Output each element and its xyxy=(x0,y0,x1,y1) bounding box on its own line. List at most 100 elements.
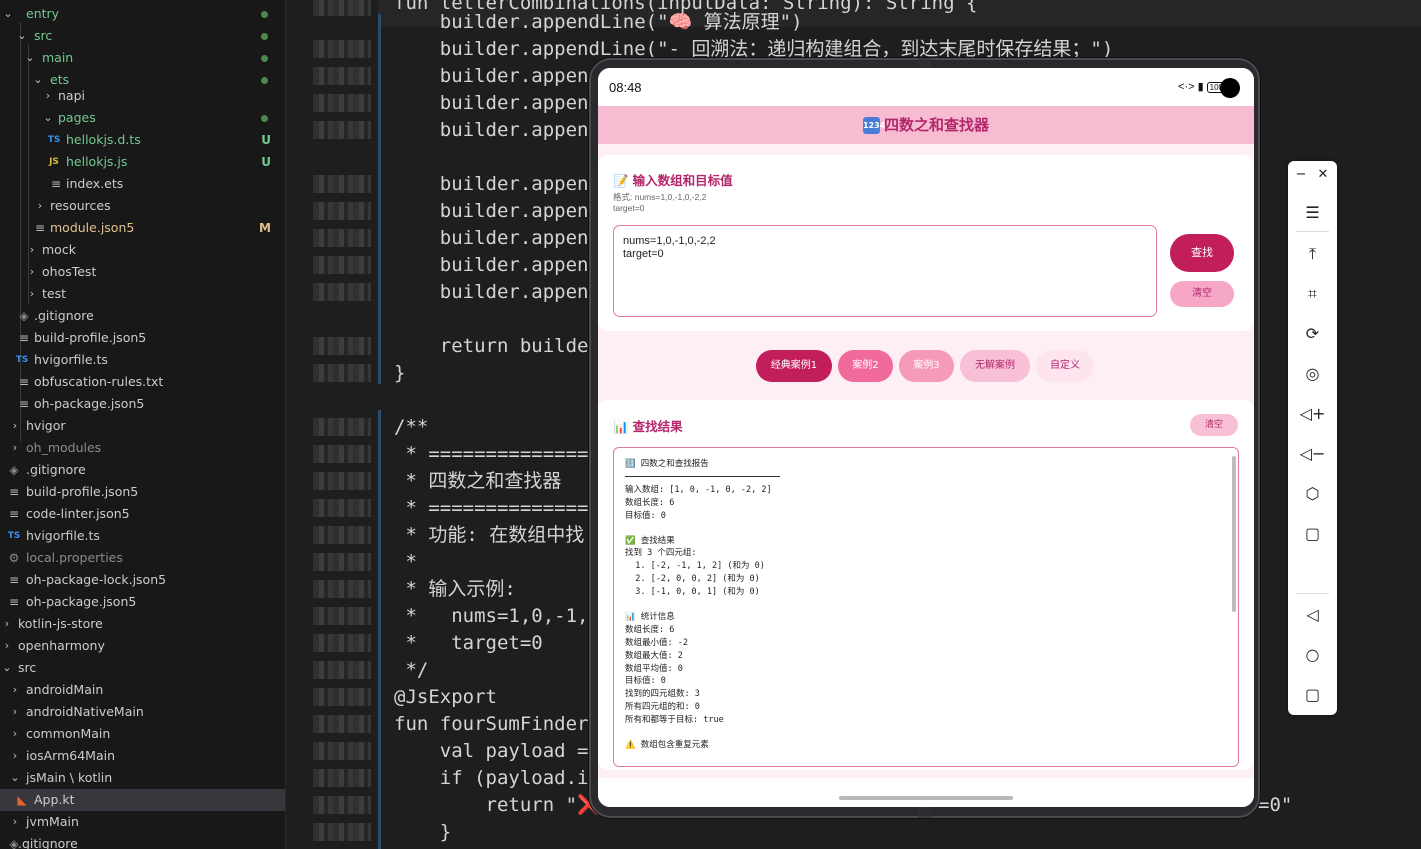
line-number-blurred xyxy=(313,661,371,679)
tree-item-index-ets[interactable]: ≡ index.ets xyxy=(0,173,285,195)
line-number-blurred xyxy=(313,337,371,355)
report-line: 数组最大值: 2 xyxy=(625,651,683,661)
close-button[interactable]: ✕ xyxy=(1313,165,1333,185)
report-line: 📊 统计信息 xyxy=(625,612,675,622)
code-line: builder.append xyxy=(394,200,600,222)
git-status-dot xyxy=(261,55,268,62)
tree-item-module-json5[interactable]: ≡ module.json5 M xyxy=(0,217,285,239)
home-indicator[interactable] xyxy=(839,796,1013,800)
tree-item-mock[interactable]: › mock xyxy=(0,239,285,261)
case-button-custom[interactable]: 自定义 xyxy=(1036,350,1094,382)
tree-item-code-linter[interactable]: ≡ code-linter.json5 xyxy=(0,503,285,525)
git-status-dot xyxy=(261,115,268,122)
report-scrollbar[interactable] xyxy=(1232,456,1236,612)
tree-item-oh-modules[interactable]: › oh_modules xyxy=(0,437,285,459)
tree-item-hvigor[interactable]: › hvigor xyxy=(0,415,285,437)
tree-item-local-properties[interactable]: ⚙ local.properties xyxy=(0,547,285,569)
scope-indicator xyxy=(378,410,381,849)
tree-item-test[interactable]: › test xyxy=(0,283,285,305)
report-line: 输入数组: [1, 0, -1, 0, -2, 2] xyxy=(625,485,772,495)
tree-item-pages[interactable]: ⌄ pages xyxy=(0,107,285,129)
code-line: builder.append xyxy=(394,92,600,114)
clear-result-button[interactable]: 清空 xyxy=(1190,414,1238,436)
tree-item-main[interactable]: ⌄ main xyxy=(0,47,285,69)
rotate-icon[interactable]: ⟳ xyxy=(1288,321,1337,347)
tree-item-obfuscation-rules[interactable]: ≡ obfuscation-rules.txt xyxy=(0,371,285,393)
scope-indicator xyxy=(378,14,381,384)
fold-icon[interactable]: ▢ xyxy=(1288,521,1337,547)
recents-icon[interactable]: ▢ xyxy=(1288,682,1337,708)
tree-item-src[interactable]: ⌄ src xyxy=(0,25,285,47)
case-button-classic-1[interactable]: 经典案例1 xyxy=(756,350,832,382)
volume-up-icon[interactable]: ◁+ xyxy=(1288,401,1337,427)
tree-item-common-main[interactable]: › commonMain xyxy=(0,723,285,745)
report-line: 3. [-1, 0, 0, 1] (和为 0) xyxy=(625,587,760,597)
report-line: 找到 3 个四元组: xyxy=(625,548,697,558)
tree-item-kotlin-js-store[interactable]: › kotlin-js-store xyxy=(0,613,285,635)
tree-item-hvigorfile-root[interactable]: TS hvigorfile.ts xyxy=(0,525,285,547)
tree-item-oh-package-lock[interactable]: ≡ oh-package-lock.json5 xyxy=(0,569,285,591)
code-line: * xyxy=(394,551,417,573)
tree-item-jvm-main[interactable]: › jvmMain xyxy=(0,811,285,833)
shake-icon[interactable]: ⬡ xyxy=(1288,481,1337,507)
back-icon[interactable]: ◁ xyxy=(1288,602,1337,628)
app-header: 1234四数之和查找器 xyxy=(598,106,1254,144)
tree-item-hellokjs-d-ts[interactable]: TS hellokjs.d.ts U xyxy=(0,129,285,151)
tree-item-build-profile[interactable]: ≡ build-profile.json5 xyxy=(0,327,285,349)
code-line: */ xyxy=(394,659,429,681)
screenshot-icon[interactable]: ◎ xyxy=(1288,361,1337,387)
find-button[interactable]: 查找 xyxy=(1170,234,1234,272)
case-button-2[interactable]: 案例2 xyxy=(838,350,893,382)
bottom-area xyxy=(598,778,1254,807)
code-line: * nums=1,0,-1,0 xyxy=(394,605,600,627)
tree-item-oh-package-root[interactable]: ≡ oh-package.json5 xyxy=(0,591,285,613)
crop-icon[interactable]: ⌗ xyxy=(1288,281,1337,307)
case-buttons: 经典案例1 案例2 案例3 无解案例 自定义 xyxy=(598,350,1254,382)
tree-item-gitignore[interactable]: ◈ .gitignore xyxy=(0,305,285,327)
tree-item-js-main[interactable]: ⌄ jsMain \ kotlin xyxy=(0,767,285,789)
tree-item-hellokjs-js[interactable]: JS hellokjs.js U xyxy=(0,151,285,173)
input-textarea[interactable]: nums=1,0,-1,0,-2,2 target=0 xyxy=(613,225,1157,317)
home-icon[interactable]: ○ xyxy=(1288,642,1337,668)
report-line: 2. [-2, 0, 0, 2] (和为 0) xyxy=(625,574,760,584)
tree-item-napi[interactable]: › napi xyxy=(0,85,285,107)
tree-item-openharmony[interactable]: › openharmony xyxy=(0,635,285,657)
file-lines-icon: ≡ xyxy=(8,573,20,587)
tree-item-ohostest[interactable]: › ohosTest xyxy=(0,261,285,283)
tree-item-hvigorfile-ts[interactable]: TS hvigorfile.ts xyxy=(0,349,285,371)
pin-top-icon[interactable]: ⤒ xyxy=(1288,241,1337,267)
git-status-dot xyxy=(261,11,268,18)
volume-down-icon[interactable]: ◁− xyxy=(1288,441,1337,467)
report-line: 数组最小值: -2 xyxy=(625,638,688,648)
menu-icon[interactable]: ☰ xyxy=(1288,200,1337,226)
result-report[interactable]: 🔢 四数之和查找报告 输入数组: [1, 0, -1, 0, -2, 2] 数组… xyxy=(613,447,1239,767)
tree-item-resources[interactable]: › resources xyxy=(0,195,285,217)
tree-item-entry[interactable]: ⌄ entry xyxy=(0,3,285,25)
code-line: fun fourSumFinder( xyxy=(394,713,600,735)
line-number-blurred xyxy=(313,607,371,625)
minimize-button[interactable]: − xyxy=(1291,165,1311,185)
tree-item-android-main[interactable]: › androidMain xyxy=(0,679,285,701)
tree-item-app-kt[interactable]: ◣ App.kt xyxy=(0,789,285,811)
tree-item-android-native-main[interactable]: › androidNativeMain xyxy=(0,701,285,723)
git-status-dot xyxy=(261,77,268,84)
tree-item-build-profile-root[interactable]: ≡ build-profile.json5 xyxy=(0,481,285,503)
line-number-blurred xyxy=(313,256,371,274)
line-number-blurred xyxy=(313,499,371,517)
case-button-3[interactable]: 案例3 xyxy=(899,350,954,382)
tree-item-gitignore-bottom[interactable]: ◈ .gitignore xyxy=(0,833,285,849)
tree-item-ios-arm64-main[interactable]: › iosArm64Main xyxy=(0,745,285,767)
tree-item-gitignore-root[interactable]: ◈ .gitignore xyxy=(0,459,285,481)
git-file-icon: ◈ xyxy=(19,309,29,323)
phone-screen[interactable]: 08:48 <·> ▮ 100 1234四数之和查找器 📝 输入数组和目标值 格式:… xyxy=(598,68,1254,807)
line-number-blurred xyxy=(313,202,371,220)
line-number-blurred xyxy=(313,823,371,841)
code-line: builder.append xyxy=(394,227,600,249)
tree-item-oh-package[interactable]: ≡ oh-package.json5 xyxy=(0,393,285,415)
case-button-no-solution[interactable]: 无解案例 xyxy=(960,350,1030,382)
tree-item-src-root[interactable]: ⌄ src xyxy=(0,657,285,679)
input-card: 📝 输入数组和目标值 格式: nums=1,0,-1,0,-2,2 target=0… xyxy=(598,155,1254,331)
status-icons: <·> ▮ 100 xyxy=(1178,80,1226,93)
clear-input-button[interactable]: 清空 xyxy=(1170,281,1234,307)
line-number-blurred xyxy=(313,121,371,139)
